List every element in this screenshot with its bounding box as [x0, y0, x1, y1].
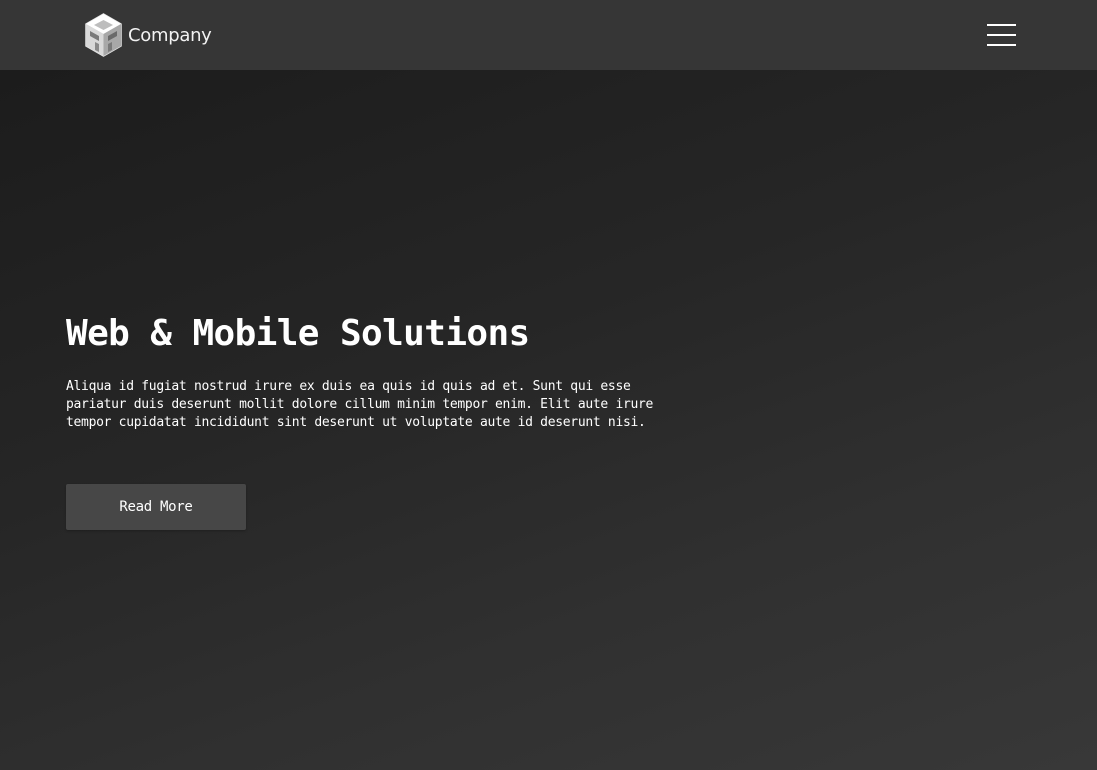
cube-logo-icon [85, 13, 122, 57]
hamburger-menu-icon-bar [987, 44, 1016, 46]
brand-link[interactable]: Company [83, 12, 212, 58]
hero-description: Aliqua id fugiat nostrud irure ex duis e… [66, 379, 654, 430]
hero-title: Web & Mobile Solutions [66, 313, 530, 354]
read-more-button[interactable]: Read More [66, 484, 246, 530]
hamburger-menu-icon-bar [987, 34, 1016, 36]
menu-toggle-button[interactable] [984, 22, 1018, 48]
navbar: Company [0, 0, 1097, 70]
hamburger-menu-icon [987, 24, 1016, 26]
hero-section: Web & Mobile Solutions Aliqua id fugiat … [0, 70, 1097, 770]
brand-name: Company [128, 24, 212, 46]
